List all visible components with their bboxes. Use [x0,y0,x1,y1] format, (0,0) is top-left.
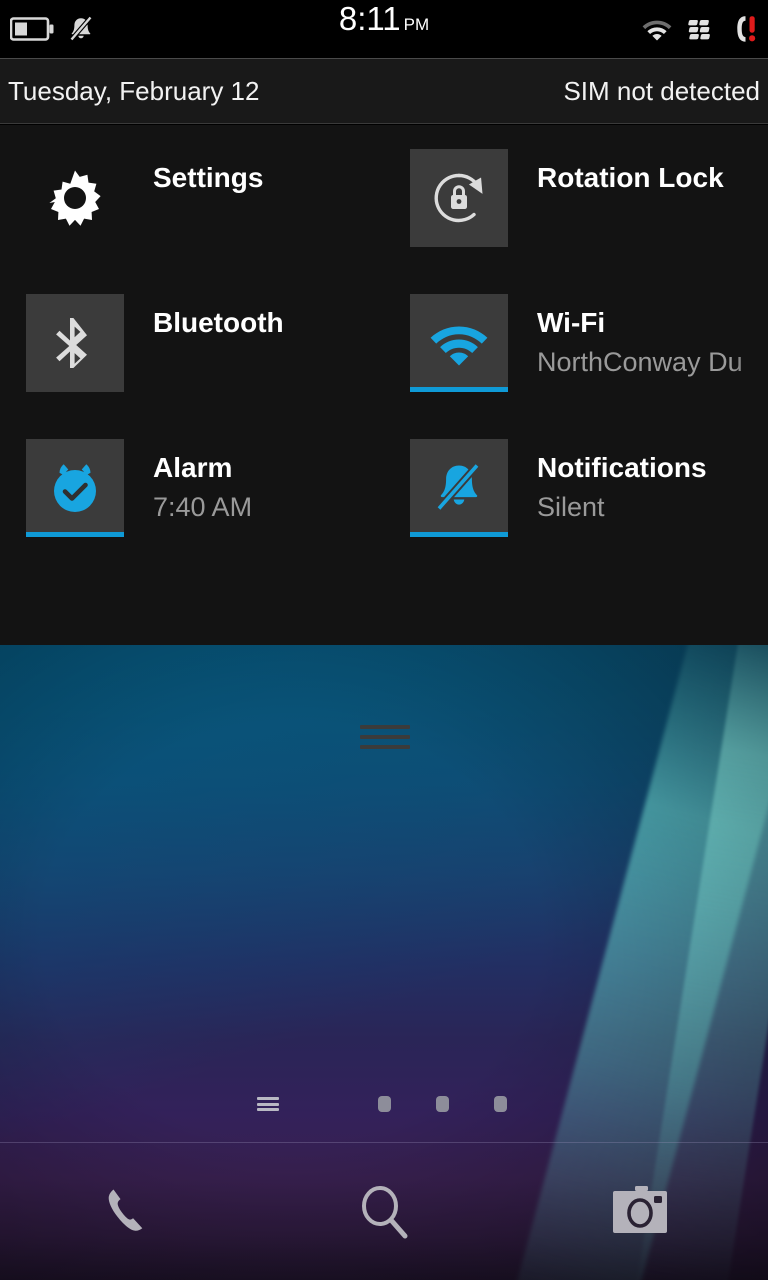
quick-setting-tile-wifi[interactable]: Wi-Fi NorthConway Du [384,292,768,437]
current-date: Tuesday, February 12 [8,75,260,106]
quick-setting-tile-notifications[interactable]: Notifications Silent [384,437,768,582]
dock-item-phone[interactable] [0,1180,256,1244]
dock-item-camera[interactable] [512,1182,768,1242]
quick-setting-tile-settings[interactable]: Settings [0,147,384,292]
phone-icon [96,1180,160,1244]
clock-time: 8:11 [338,0,401,37]
drag-handle-line [360,725,410,729]
bluetooth-tile-text: Bluetooth [153,306,284,340]
drag-handle-line [360,745,410,749]
rotation-lock-icon [428,167,490,229]
hamburger-line [257,1102,279,1106]
gear-icon [44,167,106,229]
alarm-clock-icon [46,459,104,517]
quick-setting-tile-rotation-lock[interactable]: Rotation Lock [384,147,768,292]
notifications-tile-text: Notifications Silent [537,451,707,525]
sim-status: SIM not detected [563,75,760,106]
device-screen: 8:11 PM Tuesday, February 12 SIM not det… [0,0,768,1280]
wifi-tile-text: Wi-Fi NorthConway Du [537,306,743,380]
indicator-active-frames[interactable] [239,1084,297,1124]
status-bar: 8:11 PM [0,0,768,58]
page-indicators [0,1082,768,1126]
bell-muted-icon [430,459,488,517]
tile-subtitle: NorthConway Du [537,347,743,377]
rotation-lock-tile-text: Rotation Lock [537,161,724,195]
drag-handle-line [360,735,410,739]
tile-title: Alarm [153,452,233,483]
wifi-icon [428,318,490,368]
tile-title: Notifications [537,452,707,483]
phone-alert-icon [732,14,758,44]
status-bar-right-icons [640,0,758,58]
indicator-page-3[interactable] [413,1084,471,1124]
page-dot [435,1096,449,1112]
wifi-tile-icon-box [410,294,508,392]
quick-setting-tile-bluetooth[interactable]: Bluetooth [0,292,384,437]
dock-item-search[interactable] [256,1180,512,1244]
bluetooth-tile-icon-box [26,294,124,392]
tile-subtitle: 7:40 AM [153,492,253,522]
clock-ampm: PM [403,15,430,34]
hamburger-line [257,1108,279,1111]
alarm-tile-icon-box [26,439,124,537]
tile-title: Wi-Fi [537,307,606,338]
alarm-tile-text: Alarm 7:40 AM [153,451,252,525]
panel-drag-handle[interactable] [360,725,410,755]
blackberry-logo-icon [688,16,718,42]
indicator-page-2[interactable] [355,1084,413,1124]
tile-active-underline [410,387,508,392]
page-dot [377,1096,391,1112]
indicator-page-1[interactable] [297,1082,355,1126]
settings-tile-text: Settings [153,161,263,195]
tile-subtitle: Silent [537,492,605,522]
search-icon [352,1180,416,1244]
rotation-lock-tile-icon-box [410,149,508,247]
date-bar: Tuesday, February 12 SIM not detected [0,58,768,124]
page-dot [493,1096,507,1112]
tile-title: Bluetooth [153,307,284,338]
tile-title: Settings [153,162,264,193]
bluetooth-icon [46,314,104,372]
tile-active-underline [410,532,508,537]
wifi-icon [640,16,674,42]
camera-icon [607,1182,673,1242]
hamburger-line [257,1097,279,1100]
tile-title: Rotation Lock [537,162,724,193]
indicator-page-4[interactable] [471,1084,529,1124]
dock [0,1142,768,1280]
quick-setting-tile-alarm[interactable]: Alarm 7:40 AM [0,437,384,582]
quick-settings-panel: Settings Rotation Lock Bluetooth Wi-Fi N… [0,125,768,749]
settings-tile-icon-box [26,149,124,247]
notifications-tile-icon-box [410,439,508,537]
tile-active-underline [26,532,124,537]
